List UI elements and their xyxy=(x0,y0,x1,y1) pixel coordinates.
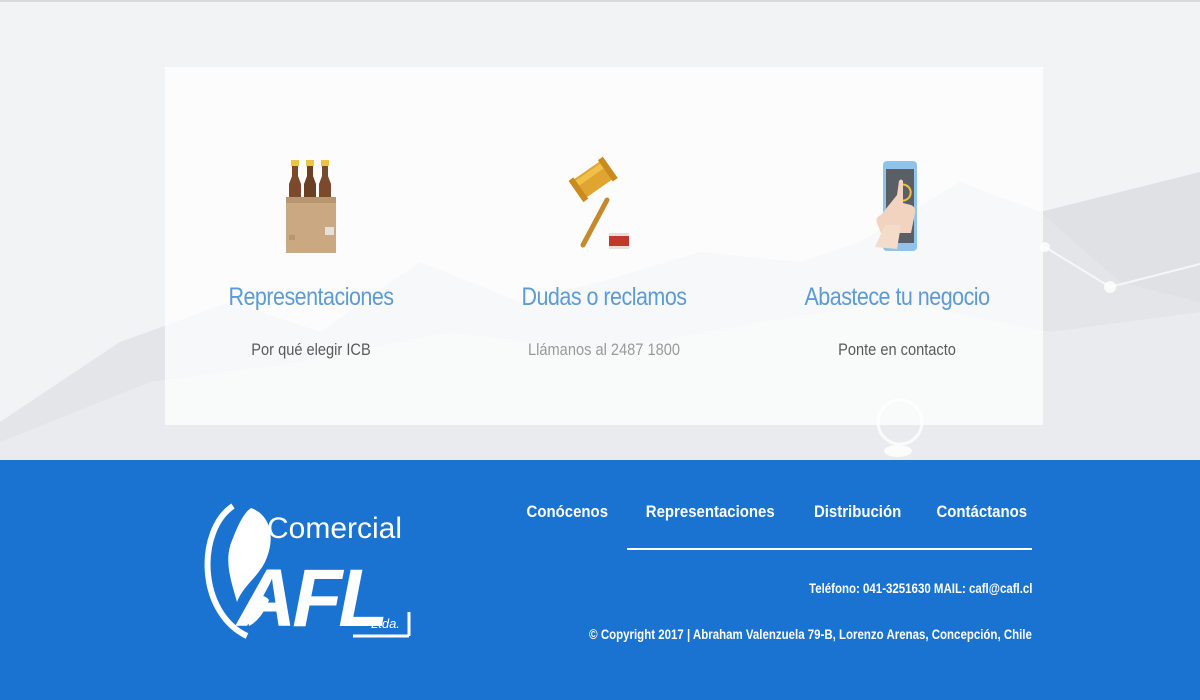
hero-section: Representaciones Por qué elegir ICB Duda… xyxy=(0,0,1200,460)
footer-divider xyxy=(627,548,1032,550)
footer-nav: Conócenos Representaciones Distribución … xyxy=(526,498,1034,526)
nav-link-contactanos[interactable]: Contáctanos xyxy=(926,502,1027,522)
nav-link-representaciones[interactable]: Representaciones xyxy=(636,502,786,522)
logo-main-text: AFL xyxy=(235,553,384,644)
feature-title[interactable]: Representaciones xyxy=(185,283,436,312)
logo-suffix-text: Ltda. xyxy=(371,616,400,631)
beer-crate-icon xyxy=(286,160,336,253)
nav-link-conocenos[interactable]: Conócenos xyxy=(516,502,619,522)
footer-copyright: © Copyright 2017 | Abraham Valenzuela 79… xyxy=(589,626,1032,642)
feature-subtitle[interactable]: Por qué elegir ICB xyxy=(185,340,436,360)
tablet-touch-icon xyxy=(875,161,917,251)
feature-title[interactable]: Abastece tu negocio xyxy=(771,283,1022,312)
feature-abastece[interactable]: Abastece tu negocio Ponte en contacto xyxy=(751,67,1043,425)
footer-contact-info: Teléfono: 041-3251630 MAIL: cafl@cafl.cl xyxy=(808,580,1032,596)
feature-representaciones[interactable]: Representaciones Por qué elegir ICB xyxy=(165,67,457,425)
feature-subtitle[interactable]: Ponte en contacto xyxy=(771,340,1022,360)
nav-link-distribucion[interactable]: Distribución xyxy=(803,502,911,522)
feature-title[interactable]: Dudas o reclamos xyxy=(478,283,729,312)
feature-dudas[interactable]: Dudas o reclamos Llámanos al 2487 1800 xyxy=(458,67,750,425)
feature-subtitle[interactable]: Llámanos al 2487 1800 xyxy=(478,340,729,360)
logo-top-text: Comercial xyxy=(267,512,402,545)
features-card: Representaciones Por qué elegir ICB Duda… xyxy=(165,67,1043,425)
company-logo[interactable]: Comercial AFL Ltda. xyxy=(203,500,415,648)
gavel-icon xyxy=(569,156,629,249)
site-footer: Comercial AFL Ltda. Conócenos Representa… xyxy=(0,460,1200,700)
